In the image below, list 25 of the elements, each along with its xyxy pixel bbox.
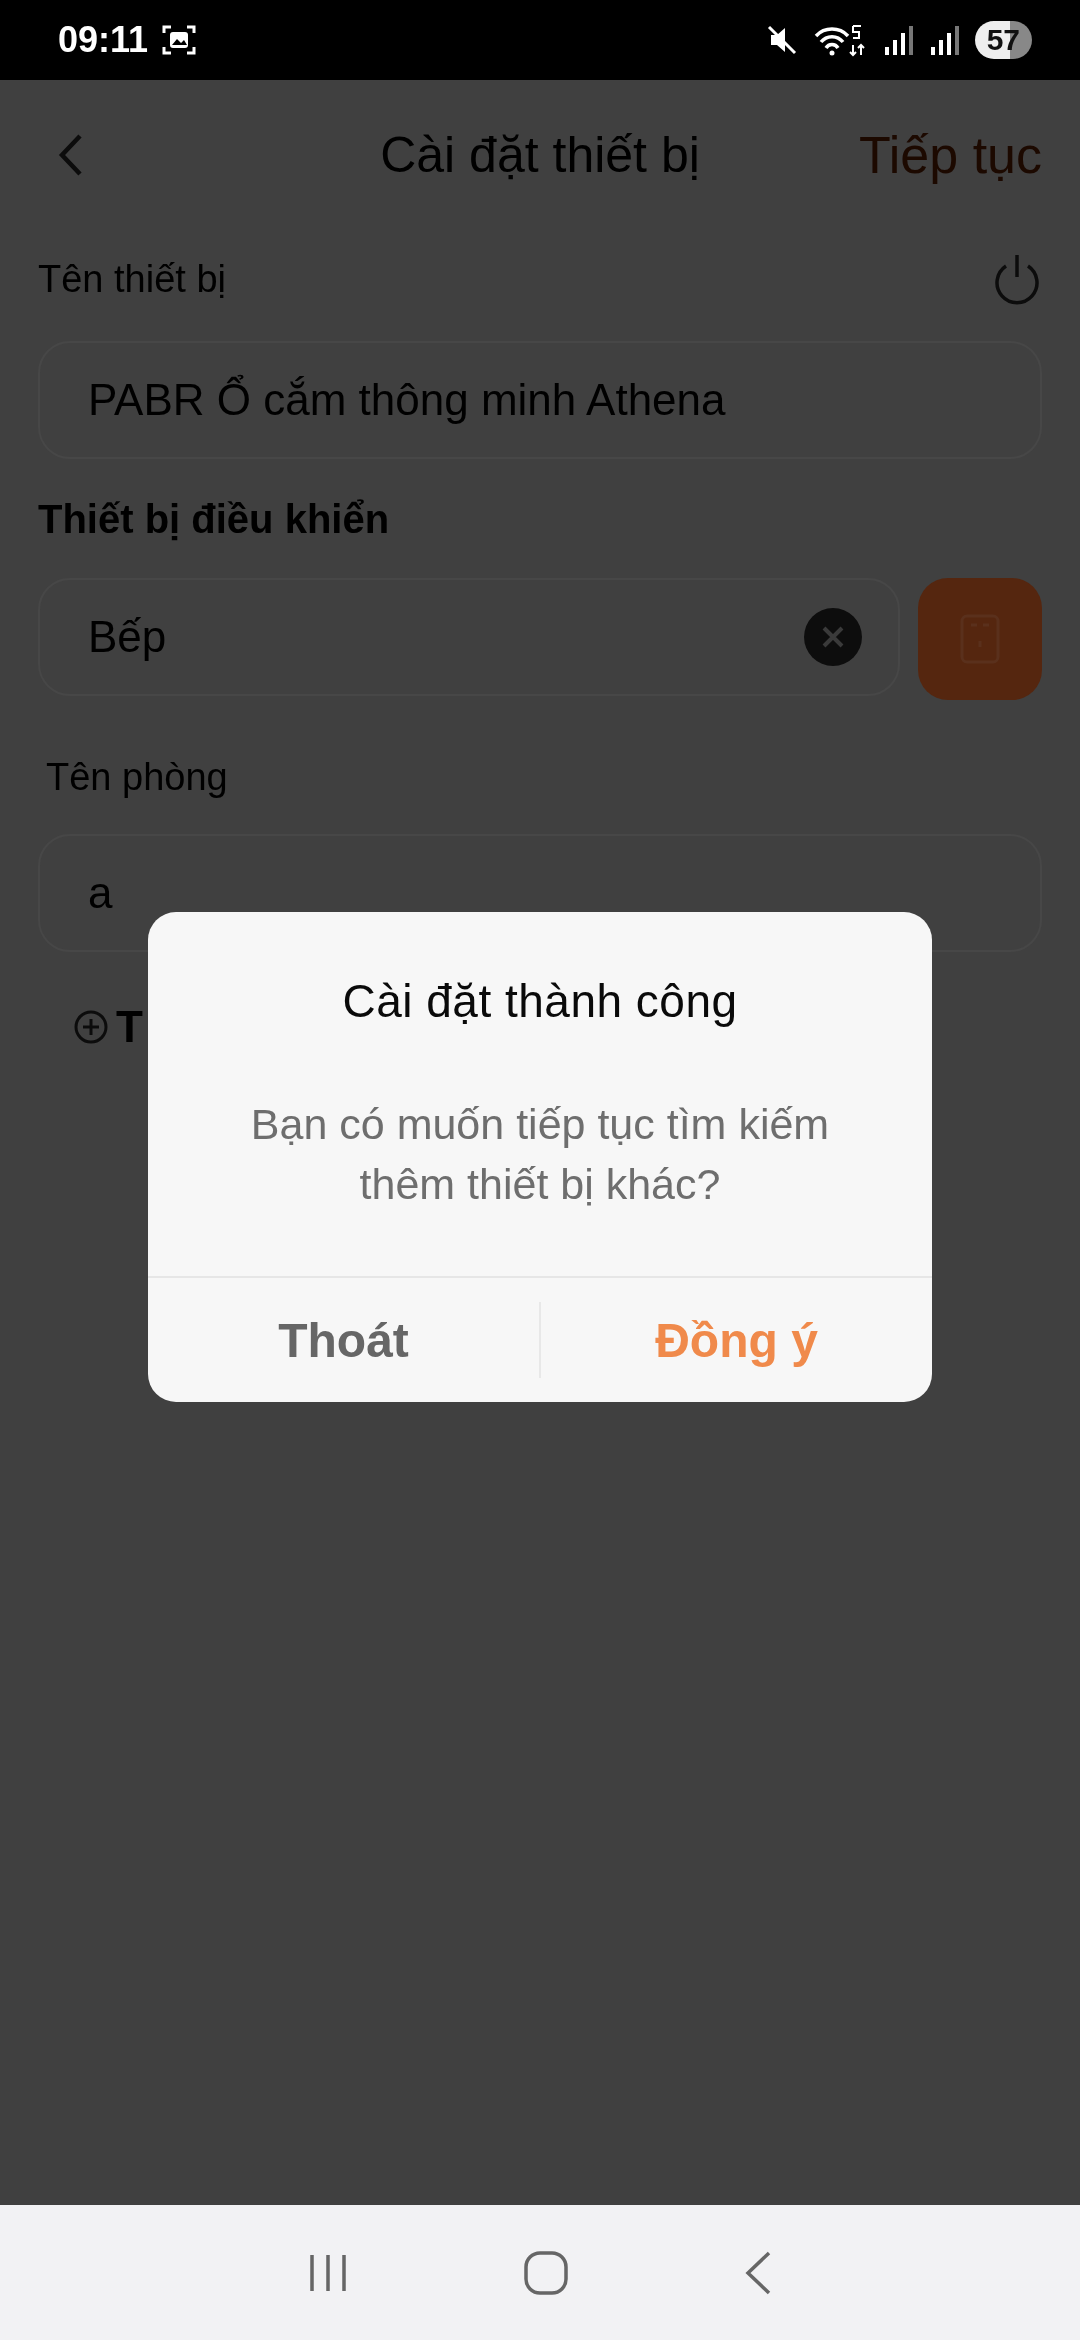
field-label: Tên thiết bị — [38, 257, 226, 301]
home-icon[interactable] — [523, 2249, 569, 2296]
device-button[interactable] — [918, 578, 1042, 700]
battery-indicator: 57 — [974, 21, 1032, 59]
dialog-message: Bạn có muốn tiếp tục tìm kiếm thêm thiết bị khác? — [250, 1099, 830, 1210]
dialog-title: Cài đặt thành công — [342, 974, 738, 1028]
back-icon[interactable] — [743, 2249, 773, 2296]
section-title: Thiết bị điều khiển — [38, 497, 391, 542]
clear-icon[interactable] — [804, 608, 862, 666]
clock: 09:11 — [58, 19, 149, 61]
screenshot-icon — [162, 23, 197, 57]
signal-icon — [882, 23, 915, 57]
plus-icon[interactable] — [74, 1010, 108, 1044]
device-name-field[interactable]: PABR Ổ cắm thông minh Athena — [38, 341, 1042, 459]
continue-button[interactable]: Tiếp tục — [858, 125, 1042, 185]
field-label: Tên phòng — [46, 756, 229, 799]
field-value: Bếp — [88, 612, 167, 662]
controller-field[interactable]: Bếp — [38, 578, 900, 696]
cancel-button[interactable]: Thoát — [148, 1278, 539, 1402]
recents-icon[interactable] — [307, 2252, 349, 2293]
confirm-button[interactable]: Đồng ý — [541, 1278, 932, 1402]
signal-icon — [928, 23, 961, 57]
page-title: Cài đặt thiết bị — [380, 126, 700, 184]
add-link[interactable]: T — [116, 1002, 143, 1052]
power-icon[interactable] — [992, 252, 1042, 306]
